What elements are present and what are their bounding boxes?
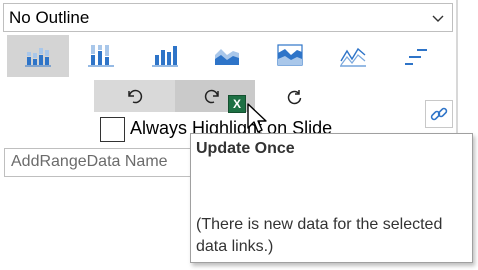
- mouse-cursor-icon: [247, 103, 267, 133]
- area-icon: [215, 49, 239, 65]
- chart-type-dash-line-button[interactable]: [386, 35, 448, 77]
- chart-type-stacked-area-button[interactable]: [259, 35, 321, 77]
- update-once-button[interactable]: X: [175, 80, 255, 113]
- chart-type-area-button[interactable]: [196, 35, 258, 77]
- chart-type-clustered-column-button[interactable]: [134, 35, 196, 77]
- data-link-button[interactable]: [425, 100, 453, 128]
- stacked-area-icon: [277, 44, 303, 66]
- refresh-button[interactable]: [258, 80, 338, 112]
- outline-dropdown-value: No Outline: [9, 8, 90, 27]
- dash-line-icon: [405, 49, 427, 65]
- excel-icon-letter: X: [232, 97, 241, 111]
- excel-icon: X: [228, 95, 246, 113]
- clustered-column-icon: [152, 46, 178, 67]
- chevron-down-icon: [432, 15, 444, 22]
- update-once-tooltip: Update Once (There is new data for the s…: [190, 133, 473, 263]
- undo-icon: [128, 89, 143, 104]
- tooltip-title: Update Once: [196, 140, 295, 157]
- undo-button[interactable]: [94, 80, 175, 112]
- outline-dropdown[interactable]: No Outline: [3, 3, 453, 32]
- stacked-column-icon: [25, 48, 51, 67]
- tooltip-body: (There is new data for the selected data…: [196, 216, 443, 255]
- always-highlight-checkbox[interactable]: [100, 117, 125, 142]
- range-name-input[interactable]: AddRangeData Name: [4, 148, 194, 177]
- line-icon: [340, 47, 366, 67]
- refresh-icon: [287, 90, 302, 105]
- 100pct-stacked-column-icon: [88, 45, 114, 67]
- redo-icon: [204, 89, 219, 104]
- chart-type-100pct-column-button[interactable]: [70, 35, 132, 77]
- chart-type-stacked-column-button[interactable]: [7, 35, 69, 77]
- chart-type-line-button[interactable]: [322, 35, 384, 77]
- range-name-placeholder: AddRangeData Name: [11, 153, 168, 170]
- link-icon: [430, 107, 448, 121]
